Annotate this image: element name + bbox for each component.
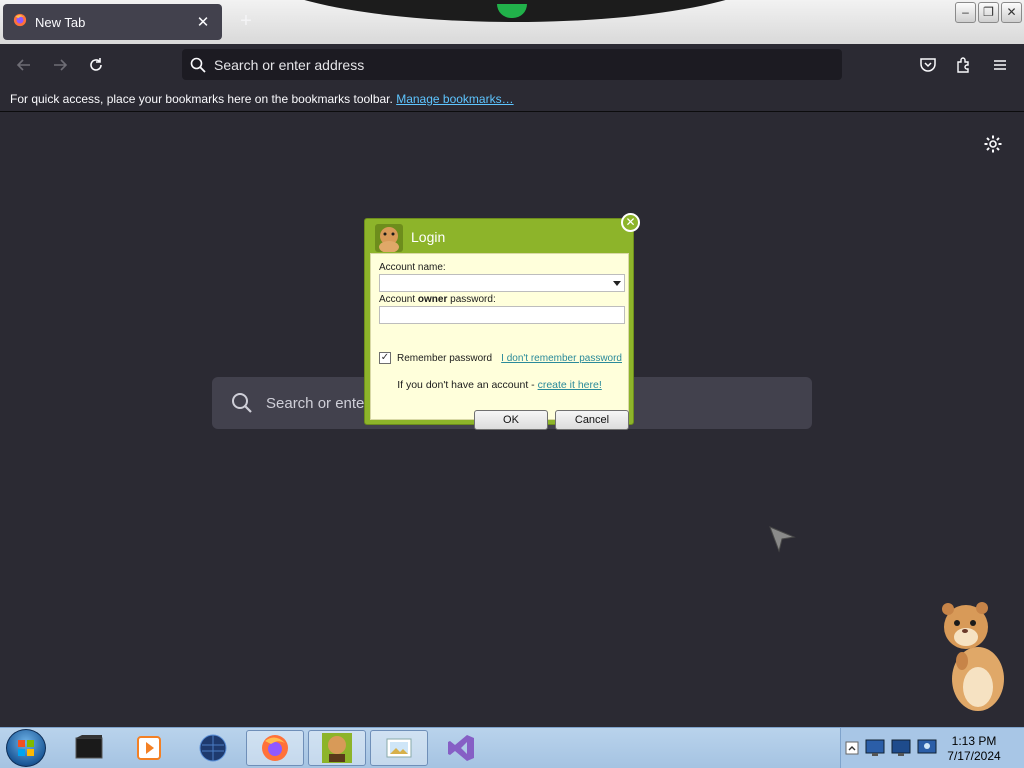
bookmarks-toolbar: For quick access, place your bookmarks h… [0, 86, 1024, 112]
media-player-icon [137, 736, 161, 760]
taskbar-media-player[interactable] [120, 730, 178, 766]
tray-network-1[interactable] [863, 735, 887, 761]
firefox-icon [13, 13, 27, 32]
navigation-toolbar [0, 44, 1024, 86]
new-tab-button[interactable]: + [236, 11, 256, 31]
window-controls: – ❐ ✕ [955, 2, 1022, 23]
taskbar-visual-studio[interactable] [432, 730, 490, 766]
search-icon [232, 393, 252, 413]
extensions-button[interactable] [952, 53, 976, 77]
app-menu-button[interactable] [988, 53, 1012, 77]
create-account-link[interactable]: create it here! [538, 379, 602, 391]
remember-password-checkbox[interactable]: ✓ [379, 352, 391, 364]
taskbar-globe[interactable] [184, 730, 242, 766]
monitor-icon [891, 739, 911, 756]
visual-studio-icon [448, 735, 474, 761]
ok-button[interactable]: OK [474, 410, 548, 430]
login-title: Login [411, 229, 446, 245]
tray-network-2[interactable] [915, 735, 939, 761]
account-name-label: Account name: [379, 262, 446, 273]
network-status-icon [917, 739, 937, 754]
puzzle-icon [957, 57, 969, 73]
hamburger-menu-icon [994, 60, 1006, 70]
taskbar: 1:13 PM 7/17/2024 [0, 727, 1024, 768]
firefox-icon [262, 735, 288, 761]
system-tray: 1:13 PM 7/17/2024 [840, 728, 1024, 768]
forgot-password-link[interactable]: I don't remember password [501, 353, 622, 364]
box-app-icon [322, 733, 352, 763]
pocket-icon [920, 58, 936, 72]
clock-time: 1:13 PM [951, 734, 997, 748]
restore-button[interactable]: ❐ [978, 2, 999, 23]
login-dialog: Login ✕ Account name: Account owner pass… [364, 213, 640, 430]
no-account-message: If you don't have an account - create it… [397, 379, 602, 391]
reload-icon [90, 58, 102, 71]
account-name-combobox[interactable] [379, 274, 625, 292]
password-field[interactable] [379, 306, 625, 324]
address-input[interactable] [214, 56, 814, 73]
close-window-button[interactable]: ✕ [1001, 2, 1022, 23]
chevron-down-icon[interactable] [613, 281, 621, 286]
minimize-button[interactable]: – [955, 2, 976, 23]
search-icon [190, 57, 206, 73]
windows-logo-icon [18, 740, 34, 756]
network-icon [865, 739, 885, 756]
forward-button[interactable] [48, 53, 72, 77]
taskbar-firefox[interactable] [246, 730, 304, 766]
tab-new-tab[interactable]: New Tab ✕ [3, 4, 222, 40]
clock[interactable]: 1:13 PM 7/17/2024 [939, 734, 1009, 764]
hamster-logo-icon [375, 224, 403, 252]
show-hidden-icons-button[interactable] [843, 739, 861, 757]
remember-password-label: Remember password [397, 353, 493, 364]
hamster-mascot-icon [942, 602, 1004, 711]
close-dialog-icon[interactable]: ✕ [621, 213, 640, 232]
address-bar[interactable] [182, 49, 842, 80]
globe-icon [199, 734, 227, 762]
photo-viewer-icon [386, 738, 412, 758]
settings-gear-icon[interactable] [983, 134, 1003, 154]
mouse-cursor-icon [769, 526, 796, 553]
reload-button[interactable] [84, 53, 108, 77]
manage-bookmarks-link[interactable]: Manage bookmarks… [396, 92, 513, 106]
password-label: Account owner password: [379, 294, 496, 305]
back-arrow-icon [16, 59, 30, 71]
taskbar-box-app[interactable] [308, 730, 366, 766]
forward-arrow-icon [54, 59, 68, 71]
chevron-up-icon [845, 741, 859, 755]
pocket-button[interactable] [916, 53, 940, 77]
close-tab-icon[interactable]: ✕ [194, 13, 212, 31]
back-button[interactable] [12, 53, 36, 77]
terminal-icon [75, 735, 103, 759]
tab-title: New Tab [35, 14, 86, 30]
taskbar-photo-viewer[interactable] [370, 730, 428, 766]
cancel-button[interactable]: Cancel [555, 410, 629, 430]
clock-date: 7/17/2024 [947, 749, 1001, 763]
start-button[interactable] [6, 729, 46, 767]
taskbar-terminal[interactable] [60, 730, 118, 766]
tab-strip: New Tab ✕ + – ❐ ✕ [0, 0, 1024, 44]
tray-display[interactable] [889, 735, 913, 761]
bookmarks-hint: For quick access, place your bookmarks h… [10, 92, 393, 106]
login-form: Account name: Account owner password: ✓ … [370, 253, 629, 430]
